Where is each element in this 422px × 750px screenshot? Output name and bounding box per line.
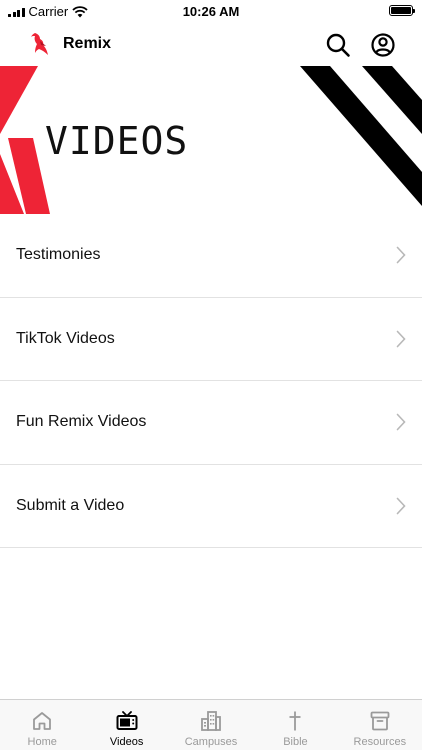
tab-campuses[interactable]: Campuses [169,700,253,750]
list-item-label: Submit a Video [16,496,125,514]
cross-icon [289,711,301,731]
chevron-right-icon [396,330,406,348]
tab-label: Home [27,736,57,748]
tab-label: Resources [353,736,407,748]
status-time: 10:26 AM [182,4,240,19]
list-item-fun-remix-videos[interactable]: Fun Remix Videos [0,381,422,465]
app-title: Remix [63,35,112,52]
list-item-testimonies[interactable]: Testimonies [0,214,422,298]
archive-box-icon [370,711,390,731]
tv-icon [116,711,138,730]
account-circle-icon[interactable] [369,31,397,59]
status-bar: Carrier 10:26 AM [0,0,422,22]
home-icon [33,712,52,730]
tab-home[interactable]: Home [0,700,84,750]
page-title: VIDEOS [45,119,189,163]
buildings-icon [201,711,221,731]
tab-resources[interactable]: Resources [338,700,422,750]
tab-bible[interactable]: Bible [253,700,337,750]
tab-videos[interactable]: Videos [84,700,168,750]
tab-label: Campuses [184,736,238,748]
hero-banner: VIDEOS [0,66,422,214]
chevron-right-icon [396,413,406,431]
list-item-label: Fun Remix Videos [16,413,147,431]
list-item-label: TikTok Videos [16,329,115,347]
video-category-list: Testimonies TikTok Videos Fun Remix Vide… [0,214,422,548]
chevron-right-icon [396,246,406,264]
battery-icon [389,5,415,16]
list-item-submit-a-video[interactable]: Submit a Video [0,465,422,548]
search-icon[interactable] [324,31,352,59]
tab-label: Videos [109,736,144,748]
remix-bird-logo-icon [31,33,48,55]
tab-bar: Home Videos Campuses Bible Resources [0,699,422,750]
list-item-label: Testimonies [16,246,101,264]
nav-bar: Remix [0,22,422,66]
tab-label: Bible [283,736,308,748]
chevron-right-icon [396,497,406,515]
list-item-tiktok-videos[interactable]: TikTok Videos [0,298,422,381]
